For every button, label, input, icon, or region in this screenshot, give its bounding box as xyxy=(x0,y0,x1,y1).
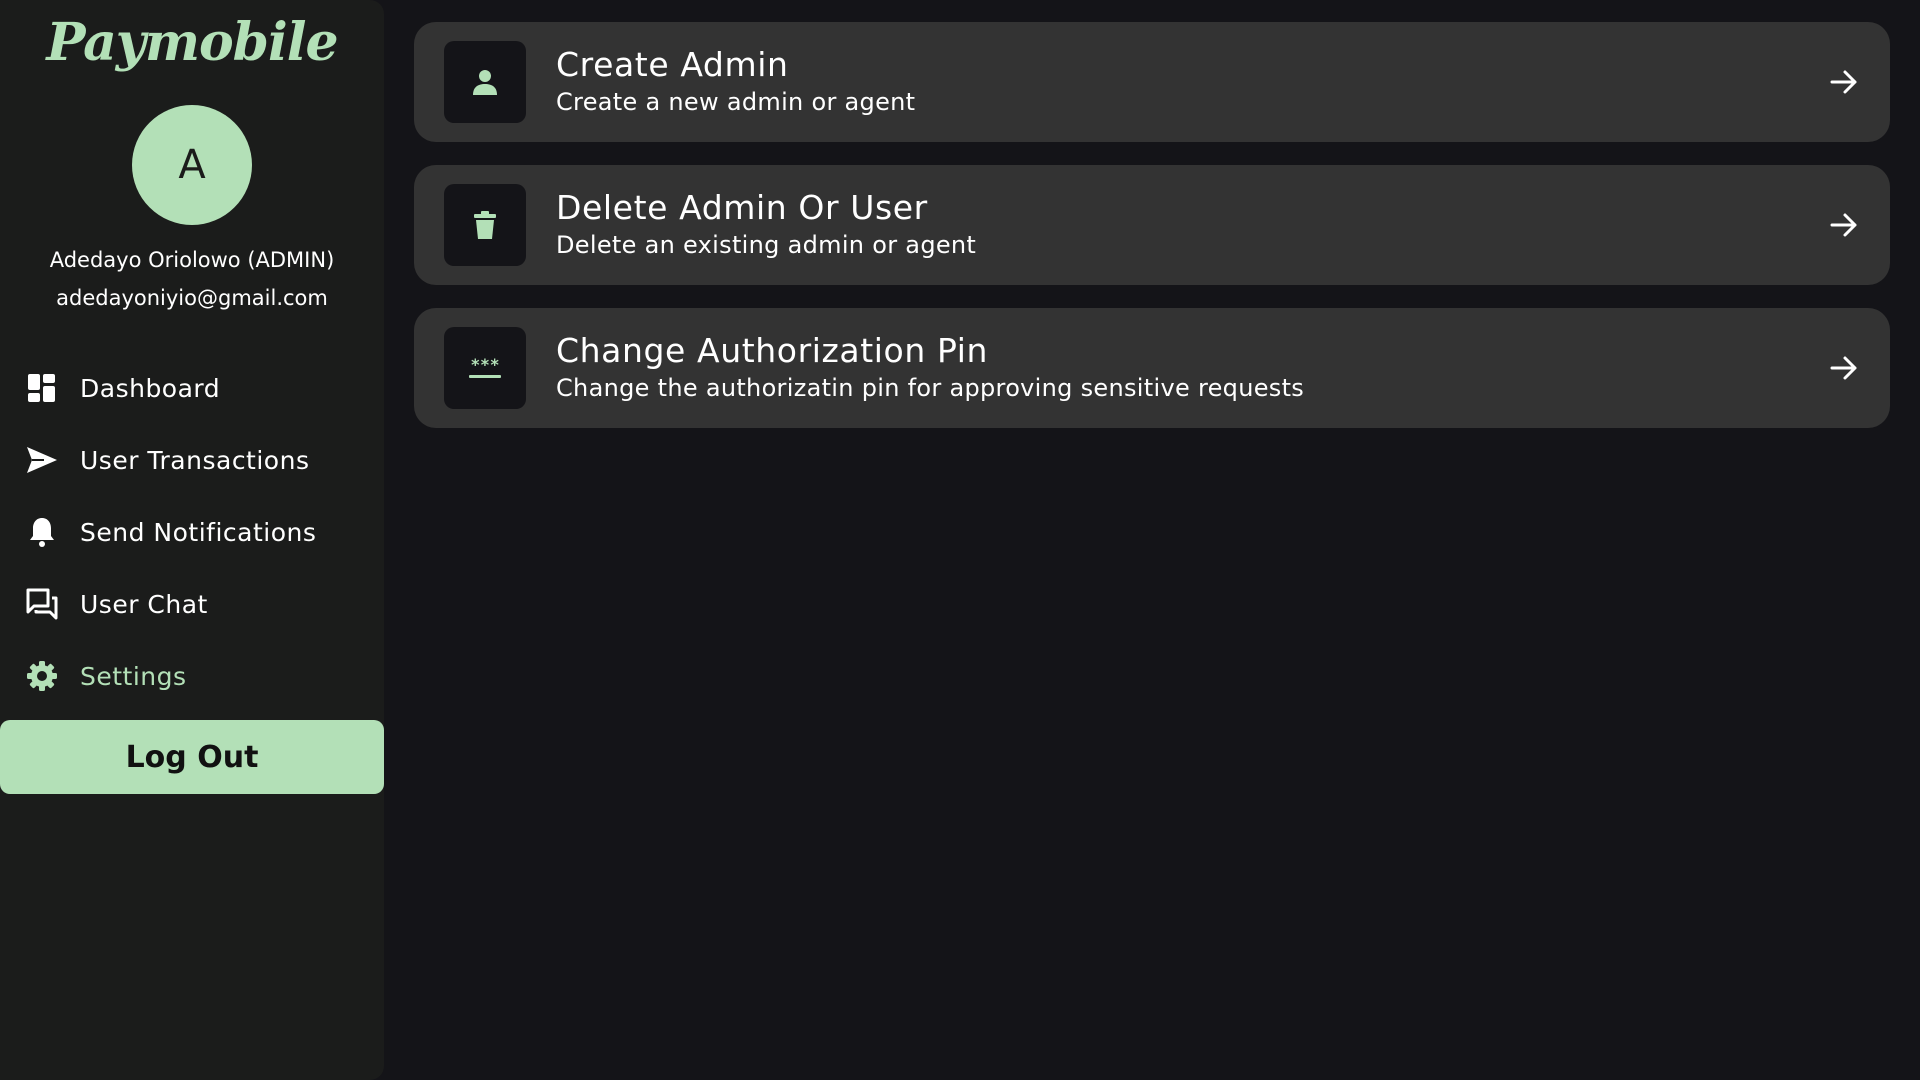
card-subtitle: Create a new admin or agent xyxy=(556,88,916,116)
arrow-right-icon xyxy=(1826,64,1862,100)
dashboard-icon xyxy=(26,372,58,404)
arrow-right-icon xyxy=(1826,207,1862,243)
sidebar-item-label: Dashboard xyxy=(80,373,221,403)
gear-icon xyxy=(26,660,58,692)
sidebar-item-label: User Transactions xyxy=(80,445,310,475)
card-title: Create Admin xyxy=(556,45,789,84)
trash-icon xyxy=(444,184,526,266)
sidebar-item-label: Send Notifications xyxy=(80,517,317,547)
settings-panel: Create Admin Create a new admin or agent… xyxy=(414,22,1890,451)
sidebar-item-label: User Chat xyxy=(80,589,208,619)
change-pin-card[interactable]: *** Change Authorization Pin Change the … xyxy=(414,308,1890,428)
password-icon: *** xyxy=(444,327,526,409)
user-email: adedayoniyio@gmail.com xyxy=(56,286,328,310)
sidebar-item-settings[interactable]: Settings xyxy=(0,640,384,712)
arrow-right-icon xyxy=(1826,350,1862,386)
delete-admin-card[interactable]: Delete Admin Or User Delete an existing … xyxy=(414,165,1890,285)
svg-text:***: *** xyxy=(471,356,500,374)
sidebar-item-send-notifications[interactable]: Send Notifications xyxy=(0,496,384,568)
sidebar: Paymobile A Adedayo Oriolowo (ADMIN) ade… xyxy=(0,0,384,1080)
app-logo: Paymobile xyxy=(46,12,338,73)
card-title: Change Authorization Pin xyxy=(556,331,989,370)
card-title: Delete Admin Or User xyxy=(556,188,928,227)
sidebar-item-user-transactions[interactable]: User Transactions xyxy=(0,424,384,496)
person-icon xyxy=(444,41,526,123)
sidebar-item-dashboard[interactable]: Dashboard xyxy=(0,352,384,424)
avatar: A xyxy=(132,105,252,225)
user-name: Adedayo Oriolowo (ADMIN) xyxy=(49,248,335,272)
card-subtitle: Change the authorizatin pin for approvin… xyxy=(556,374,1305,402)
create-admin-card[interactable]: Create Admin Create a new admin or agent xyxy=(414,22,1890,142)
card-subtitle: Delete an existing admin or agent xyxy=(556,231,977,259)
sidebar-nav: Dashboard User Transactions Send Notific… xyxy=(0,352,384,712)
chat-icon xyxy=(26,588,58,620)
send-icon xyxy=(26,444,58,476)
logout-button[interactable]: Log Out xyxy=(0,720,384,794)
bell-icon xyxy=(26,516,58,548)
sidebar-item-label: Settings xyxy=(80,661,187,691)
sidebar-item-user-chat[interactable]: User Chat xyxy=(0,568,384,640)
